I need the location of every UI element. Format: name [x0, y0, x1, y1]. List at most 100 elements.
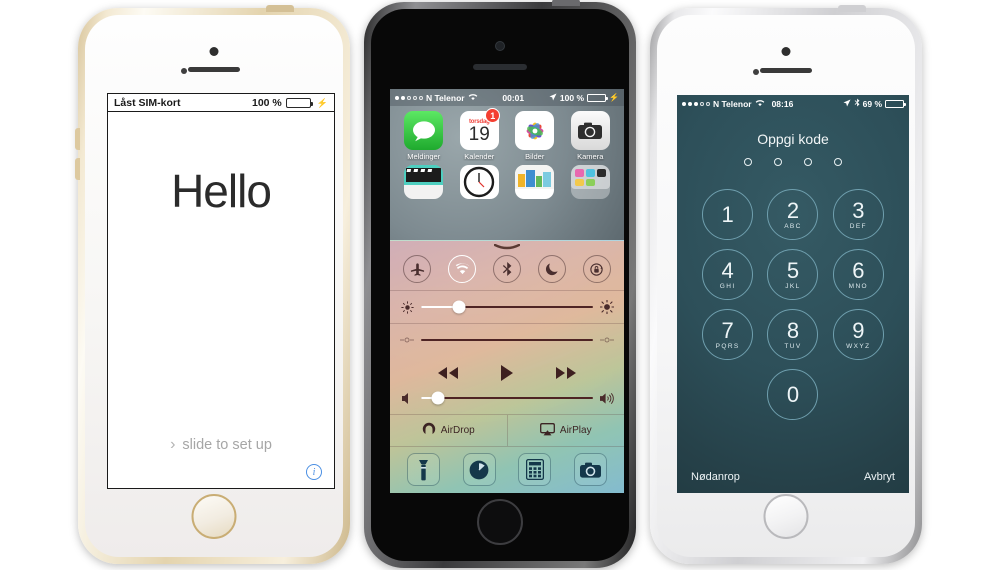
- chevron-up-grabber-icon[interactable]: [494, 244, 520, 250]
- home-screen-apps-row1: Meldinger 1 torsdag 19 Kalender Bilder K…: [390, 106, 624, 161]
- newsstand-icon[interactable]: [515, 165, 555, 199]
- fast-forward-icon[interactable]: [555, 366, 577, 385]
- phone-center-screen: N Telenor 00:01 100 % ⚡ Meldinger 1 tors…: [390, 89, 624, 493]
- phone-right-face: N Telenor 08:16 69 % Oppgi kode 1 2 ABC …: [657, 15, 915, 557]
- keypad-letters: GHI: [719, 282, 736, 290]
- slide-to-setup-label: slide to set up: [182, 437, 272, 453]
- volume-slider[interactable]: [421, 391, 593, 405]
- airplay-icon: [539, 422, 555, 439]
- keypad-digit: 0: [786, 381, 800, 407]
- calculator-shortcut[interactable]: [518, 453, 552, 486]
- airplay-slider-row: [390, 323, 624, 356]
- status-bar-center: N Telenor 00:01 100 % ⚡: [390, 89, 624, 106]
- lightning-bolt-icon: ⚡: [316, 97, 328, 108]
- sharing-row: AirDrop AirPlay: [390, 414, 624, 446]
- lightning-bolt-icon: ⚡: [609, 93, 619, 102]
- cancel-button[interactable]: Avbryt: [864, 471, 895, 483]
- app-messages[interactable]: Meldinger: [402, 111, 446, 161]
- phone-right-silver: N Telenor 08:16 69 % Oppgi kode 1 2 ABC …: [650, 5, 922, 564]
- home-button-left[interactable]: [191, 494, 237, 539]
- airplay-button[interactable]: AirPlay: [506, 415, 625, 446]
- volume-down-button-left[interactable]: [75, 158, 80, 180]
- brightness-high-icon: [600, 300, 614, 314]
- volume-high-icon: [600, 391, 614, 405]
- power-button-right[interactable]: [838, 5, 866, 12]
- carrier-label: N Telenor: [426, 92, 465, 103]
- signal-strength-icon: [682, 101, 710, 106]
- status-left-right: N Telenor 08:16: [682, 99, 793, 109]
- info-icon[interactable]: i: [306, 464, 322, 480]
- home-screen-apps-row2: [390, 161, 624, 199]
- rewind-icon[interactable]: [437, 366, 459, 385]
- passcode-pip: [774, 158, 782, 166]
- emergency-call-button[interactable]: Nødanrop: [691, 471, 740, 483]
- keypad-digit: 7: [721, 317, 734, 343]
- app-camera[interactable]: Kamera: [568, 111, 612, 161]
- keypad-key-2[interactable]: 2 ABC: [767, 189, 819, 240]
- flashlight-shortcut[interactable]: [407, 453, 441, 486]
- power-button-center[interactable]: [552, 0, 580, 6]
- proximity-sensor-icon: [181, 68, 187, 74]
- camera-shortcut[interactable]: [573, 453, 607, 486]
- hello-greeting: Hello: [171, 165, 272, 217]
- videos-icon[interactable]: [404, 165, 444, 199]
- folder-icon[interactable]: [570, 165, 610, 199]
- airplay-scrub-icon: [400, 333, 414, 347]
- play-icon[interactable]: [500, 365, 514, 386]
- timer-shortcut[interactable]: [462, 453, 496, 486]
- slide-to-setup[interactable]: › slide to set up: [108, 436, 334, 454]
- wifi-toggle[interactable]: [448, 255, 477, 283]
- front-camera-icon: [781, 47, 791, 56]
- battery-percent-label: 100 %: [559, 92, 585, 103]
- keypad-letters: ABC: [784, 222, 802, 230]
- location-arrow-icon: [549, 92, 557, 103]
- brightness-slider[interactable]: [421, 300, 593, 314]
- home-button-right[interactable]: [763, 494, 809, 539]
- airplane-mode-toggle[interactable]: [403, 255, 432, 283]
- front-camera-icon: [209, 47, 219, 56]
- phone-left-screen: Låst SIM-kort 100 % ⚡ Hello › slide to s…: [107, 93, 335, 489]
- keypad-key-9[interactable]: 9 WXYZ: [832, 309, 884, 360]
- clock-label: 00:01: [502, 92, 525, 103]
- status-right-right: 69 %: [843, 98, 906, 109]
- power-button-left[interactable]: [266, 5, 294, 12]
- app-label: Meldinger: [407, 152, 441, 161]
- keypad-key-4[interactable]: 4 GHI: [702, 249, 754, 300]
- keypad-digit: 3: [852, 197, 865, 223]
- sim-lock-title: Låst SIM-kort: [114, 97, 181, 109]
- earpiece-speaker-icon: [188, 67, 240, 72]
- keypad-letters: WXYZ: [846, 342, 871, 350]
- keypad-key-8[interactable]: 8 TUV: [767, 309, 819, 360]
- media-controls: [390, 356, 624, 388]
- keypad-letters: PQRS: [715, 342, 740, 350]
- status-right-center: 100 % ⚡: [549, 93, 619, 103]
- home-button-center[interactable]: [477, 499, 523, 545]
- do-not-disturb-toggle[interactable]: [537, 255, 566, 283]
- keypad-letters: MNO: [848, 282, 869, 290]
- clock-icon[interactable]: [459, 165, 499, 199]
- carrier-label: N Telenor: [713, 98, 752, 109]
- keypad-digit: 9: [852, 317, 865, 343]
- status-right-left: 100 % ⚡: [252, 97, 328, 109]
- keypad-key-3[interactable]: 3 DEF: [832, 189, 884, 240]
- passcode-pip: [834, 158, 842, 166]
- airdrop-button[interactable]: AirDrop: [390, 415, 507, 446]
- bluetooth-toggle[interactable]: [492, 255, 521, 283]
- keypad-key-7[interactable]: 7 PQRS: [702, 309, 754, 360]
- phone-left-gold: Låst SIM-kort 100 % ⚡ Hello › slide to s…: [75, 5, 350, 564]
- keypad-key-1[interactable]: 1: [702, 189, 754, 240]
- camera-icon: [570, 111, 610, 150]
- airdrop-label: AirDrop: [440, 425, 475, 436]
- phone-right-screen: N Telenor 08:16 69 % Oppgi kode 1 2 ABC …: [677, 95, 909, 493]
- brightness-slider-row: [390, 290, 624, 323]
- status-bar-right: N Telenor 08:16 69 %: [677, 95, 909, 112]
- volume-up-button-left[interactable]: [75, 128, 80, 150]
- signal-strength-icon: [395, 95, 423, 100]
- rotation-lock-toggle[interactable]: [582, 255, 611, 283]
- keypad-key-6[interactable]: 6 MNO: [832, 249, 884, 300]
- airplay-slider[interactable]: [421, 338, 593, 342]
- app-calendar[interactable]: 1 torsdag 19 Kalender: [457, 108, 501, 161]
- keypad-key-0[interactable]: 0: [767, 369, 819, 420]
- keypad-key-5[interactable]: 5 JKL: [767, 249, 819, 300]
- app-photos[interactable]: Bilder: [513, 111, 557, 161]
